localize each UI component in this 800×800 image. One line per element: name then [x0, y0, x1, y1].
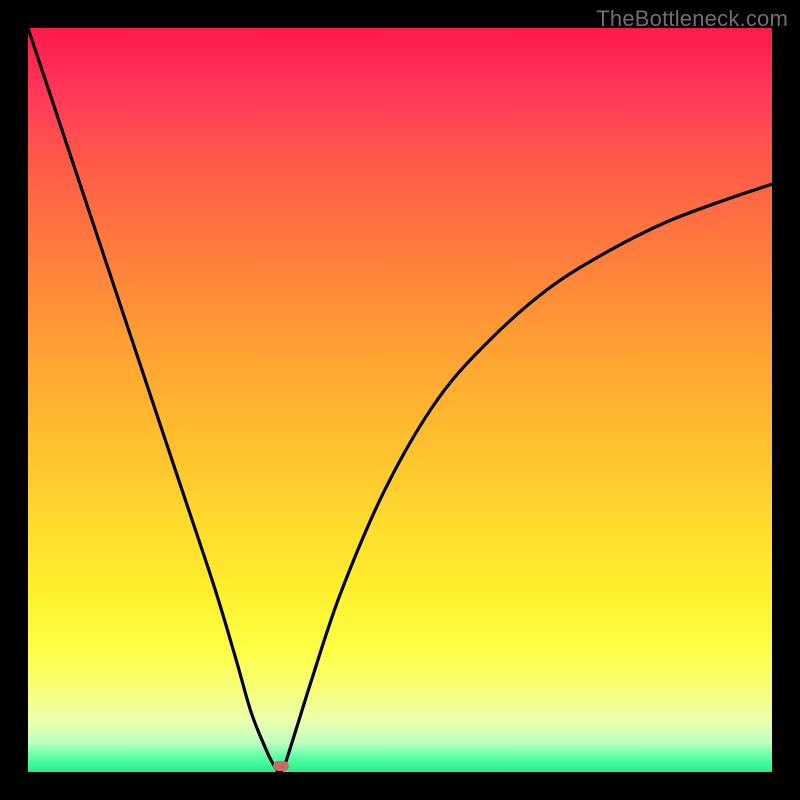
optimum-marker: [273, 761, 289, 771]
chart-plot-area: [28, 28, 772, 772]
chart-frame: TheBottleneck.com: [0, 0, 800, 800]
watermark-text: TheBottleneck.com: [596, 6, 788, 32]
bottleneck-curve: [28, 28, 772, 772]
